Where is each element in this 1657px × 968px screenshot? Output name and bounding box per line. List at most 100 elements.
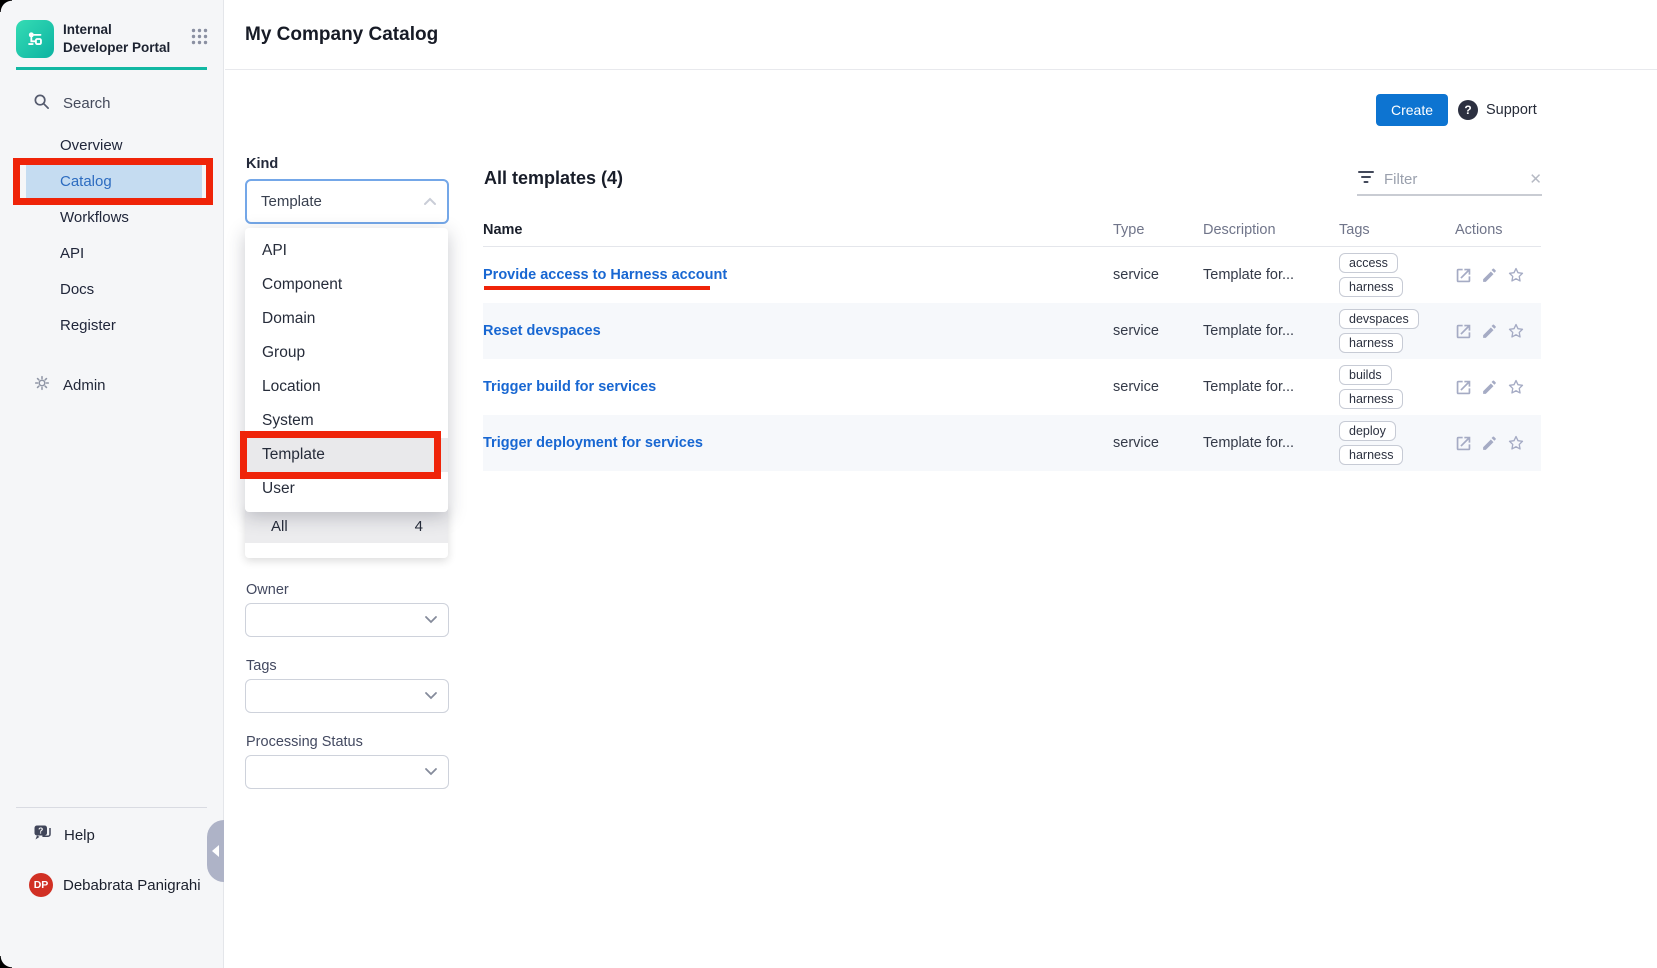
kind-select[interactable]: Template xyxy=(245,179,449,224)
kind-option-domain[interactable]: Domain xyxy=(245,302,448,336)
type-cell: service xyxy=(1113,323,1203,339)
kind-option-component[interactable]: Component xyxy=(245,268,448,302)
tag-chip[interactable]: harness xyxy=(1339,445,1403,465)
table-row: Trigger build for services service Templ… xyxy=(483,359,1541,415)
column-header-tags: Tags xyxy=(1339,218,1455,242)
kind-counts-panel: All 4 xyxy=(245,505,448,558)
kind-option-group[interactable]: Group xyxy=(245,336,448,370)
user-menu[interactable]: DP Debabrata Panigrahi xyxy=(29,873,201,897)
column-header-actions: Actions xyxy=(1455,222,1541,238)
kind-select-value: Template xyxy=(247,193,322,210)
star-icon[interactable] xyxy=(1507,378,1525,396)
support-button[interactable]: ? Support xyxy=(1458,94,1537,126)
create-button[interactable]: Create xyxy=(1376,94,1448,126)
kind-option-api[interactable]: API xyxy=(245,234,448,268)
filter-input[interactable] xyxy=(1384,171,1520,188)
processing-status-select[interactable] xyxy=(245,755,449,789)
type-cell: service xyxy=(1113,267,1203,283)
open-in-new-icon[interactable] xyxy=(1455,323,1472,340)
sidebar-collapse-handle[interactable] xyxy=(207,820,224,882)
chevron-down-icon xyxy=(424,687,438,705)
edit-icon[interactable] xyxy=(1481,435,1498,452)
tag-chip[interactable]: devspaces xyxy=(1339,309,1419,329)
sidebar-item-admin[interactable]: Admin xyxy=(33,374,106,396)
column-header-name: Name xyxy=(483,222,1113,238)
star-icon[interactable] xyxy=(1507,266,1525,284)
edit-icon[interactable] xyxy=(1481,323,1498,340)
table-header-row: Name Type Description Tags Actions xyxy=(483,214,1541,247)
tag-chip[interactable]: access xyxy=(1339,253,1398,273)
kind-count-all-row[interactable]: All 4 xyxy=(245,509,448,543)
column-header-type: Type xyxy=(1113,222,1203,238)
kind-option-template[interactable]: Template xyxy=(245,438,448,472)
tag-chip[interactable]: deploy xyxy=(1339,421,1396,441)
tag-chip[interactable]: harness xyxy=(1339,277,1403,297)
apps-grid-icon[interactable] xyxy=(191,28,208,50)
templates-table: Name Type Description Tags Actions Provi… xyxy=(483,214,1541,471)
chevron-left-icon xyxy=(212,845,219,857)
type-cell: service xyxy=(1113,379,1203,395)
kind-option-location[interactable]: Location xyxy=(245,370,448,404)
svg-text:?: ? xyxy=(38,826,43,836)
template-link[interactable]: Trigger deployment for services xyxy=(483,435,703,451)
tag-chip[interactable]: harness xyxy=(1339,333,1403,353)
help-chat-icon: ? xyxy=(33,824,53,846)
owner-label: Owner xyxy=(246,582,289,598)
table-row: Trigger deployment for services service … xyxy=(483,415,1541,471)
owner-select[interactable] xyxy=(245,603,449,637)
open-in-new-icon[interactable] xyxy=(1455,267,1472,284)
table-row: Reset devspaces service Template for... … xyxy=(483,303,1541,359)
tags-select[interactable] xyxy=(245,679,449,713)
help-label: Help xyxy=(64,827,95,844)
description-cell: Template for... xyxy=(1203,435,1339,451)
description-cell: Template for... xyxy=(1203,323,1339,339)
idp-logo-icon xyxy=(16,20,54,58)
template-link[interactable]: Reset devspaces xyxy=(483,323,601,339)
brand-accent-divider xyxy=(16,67,207,70)
page-title: My Company Catalog xyxy=(245,0,438,70)
sidebar-item-overview[interactable]: Overview xyxy=(0,128,224,164)
sidebar-item-help[interactable]: ? Help xyxy=(33,824,95,846)
all-count: 4 xyxy=(415,518,423,535)
avatar: DP xyxy=(29,873,53,897)
edit-icon[interactable] xyxy=(1481,379,1498,396)
tag-chip[interactable]: harness xyxy=(1339,389,1403,409)
template-link[interactable]: Trigger build for services xyxy=(483,379,656,395)
kind-option-system[interactable]: System xyxy=(245,404,448,438)
page-header: My Company Catalog xyxy=(225,0,1657,70)
sidebar-divider xyxy=(16,807,207,808)
star-icon[interactable] xyxy=(1507,322,1525,340)
table-title: All templates (4) xyxy=(484,168,623,189)
chevron-down-icon xyxy=(424,611,438,629)
admin-label: Admin xyxy=(63,377,106,394)
question-icon: ? xyxy=(1458,100,1478,120)
sidebar-item-api[interactable]: API xyxy=(0,236,224,272)
clear-filter-icon[interactable]: ✕ xyxy=(1529,172,1542,187)
template-link[interactable]: Provide access to Harness account xyxy=(483,267,727,283)
sidebar-search[interactable]: Search xyxy=(33,93,111,114)
sidebar-item-register[interactable]: Register xyxy=(0,308,224,344)
type-cell: service xyxy=(1113,435,1203,451)
kind-label: Kind xyxy=(246,156,278,172)
column-header-description: Description xyxy=(1203,222,1339,238)
sidebar: Internal Developer Portal Search Overvie… xyxy=(0,0,224,968)
tag-chip[interactable]: builds xyxy=(1339,365,1392,385)
table-filter-field[interactable]: ✕ xyxy=(1357,164,1542,196)
filter-icon xyxy=(1357,170,1375,189)
sidebar-item-workflows[interactable]: Workflows xyxy=(0,200,224,236)
search-label: Search xyxy=(63,95,111,112)
sidebar-item-docs[interactable]: Docs xyxy=(0,272,224,308)
kind-option-user[interactable]: User xyxy=(245,472,448,506)
processing-status-label: Processing Status xyxy=(246,734,363,750)
search-icon xyxy=(33,93,50,114)
support-label: Support xyxy=(1486,102,1537,118)
edit-icon[interactable] xyxy=(1481,267,1498,284)
star-icon[interactable] xyxy=(1507,434,1525,452)
open-in-new-icon[interactable] xyxy=(1455,379,1472,396)
all-label: All xyxy=(271,518,288,535)
table-row: Provide access to Harness account servic… xyxy=(483,247,1541,303)
brand-title: Internal Developer Portal xyxy=(63,21,175,56)
sidebar-item-catalog[interactable]: Catalog xyxy=(26,164,202,200)
open-in-new-icon[interactable] xyxy=(1455,435,1472,452)
description-cell: Template for... xyxy=(1203,267,1339,283)
